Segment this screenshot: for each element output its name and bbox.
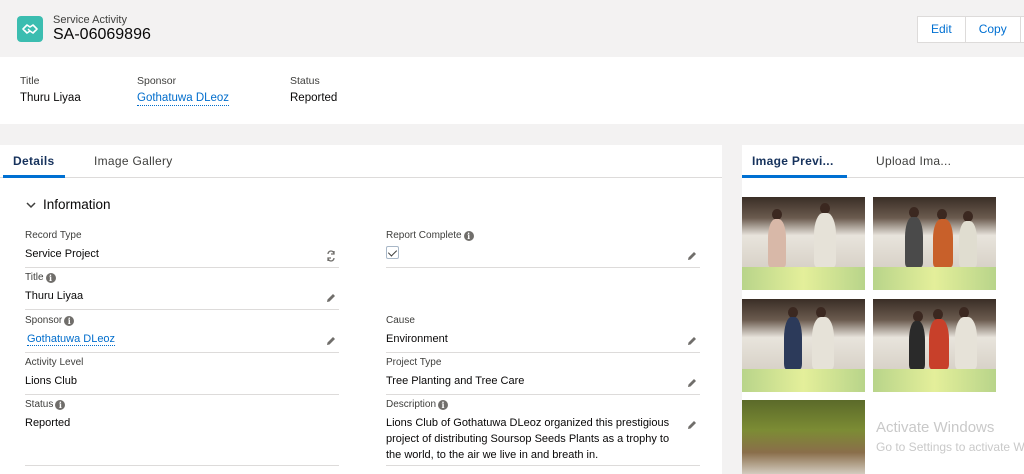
edit-pencil-icon[interactable] <box>686 377 698 389</box>
record-header: Service Activity SA-06069896 Edit Copy <box>0 0 1024 57</box>
highlight-value: Reported <box>290 92 338 104</box>
field-project-type: Project Type Tree Planting and Tree Care <box>386 357 700 395</box>
highlight-title: Title Thuru Liyaa <box>20 75 81 104</box>
highlight-value: Thuru Liyaa <box>20 92 81 104</box>
header-actions: Edit Copy <box>917 16 1024 43</box>
sponsor-link[interactable]: Gothatuwa DLeoz <box>137 92 230 106</box>
info-icon[interactable]: i <box>64 315 75 326</box>
field-status: Status i Reported <box>25 399 339 466</box>
section-information[interactable]: Information <box>25 197 111 212</box>
details-card: Details Image Gallery Information Record… <box>0 145 722 474</box>
image-thumbnail[interactable] <box>873 197 996 290</box>
field-record-type: Record Type Service Project <box>25 230 339 268</box>
activate-windows-watermark: Activate Windows <box>876 419 995 436</box>
tab-upload-image[interactable]: Upload Ima... <box>876 154 951 168</box>
edit-pencil-icon[interactable] <box>686 250 698 262</box>
image-thumbnail[interactable] <box>742 299 865 392</box>
info-icon[interactable]: i <box>45 272 56 283</box>
field-label: Description <box>386 399 437 410</box>
tab-details[interactable]: Details <box>13 154 54 168</box>
image-thumbnail[interactable] <box>742 400 865 474</box>
activate-windows-hint: Go to Settings to activate W <box>876 440 1024 454</box>
record-name: SA-06069896 <box>53 26 151 43</box>
field-activity-level: Activity Level Lions Club <box>25 357 339 395</box>
tab-image-preview[interactable]: Image Previ... <box>752 154 834 168</box>
active-tab-indicator <box>3 175 65 178</box>
edit-button[interactable]: Edit <box>917 16 966 43</box>
highlight-status: Status Reported <box>290 75 337 104</box>
info-icon[interactable]: i <box>55 399 66 410</box>
chevron-down-icon <box>26 201 36 208</box>
field-value: Service Project <box>25 248 99 260</box>
field-label: Status <box>25 399 54 410</box>
info-icon[interactable]: i <box>438 399 449 410</box>
field-label: Record Type <box>25 230 82 241</box>
handshake-icon <box>17 16 43 42</box>
section-title: Information <box>43 197 111 212</box>
image-thumbnail[interactable] <box>742 197 865 290</box>
report-complete-checkbox <box>386 246 399 259</box>
image-tabs: Image Previ... Upload Ima... <box>742 145 1024 178</box>
field-value: Lions Club <box>25 375 77 387</box>
highlight-label: Title <box>20 75 40 87</box>
field-description: Description i Lions Club of Gothatuwa DLe… <box>386 399 700 466</box>
sponsor-field-link[interactable]: Gothatuwa DLeoz <box>27 333 116 346</box>
edit-pencil-icon[interactable] <box>686 335 698 347</box>
image-thumbnail[interactable] <box>873 299 996 392</box>
edit-pencil-icon[interactable] <box>325 335 337 347</box>
object-label: Service Activity <box>53 14 127 26</box>
copy-button[interactable]: Copy <box>965 16 1021 43</box>
highlight-label: Status <box>290 75 320 87</box>
field-value: Tree Planting and Tree Care <box>386 375 525 387</box>
field-sponsor: Sponsor i Gothatuwa DLeoz <box>25 315 339 353</box>
highlight-label: Sponsor <box>137 75 177 87</box>
info-icon[interactable]: i <box>463 230 474 241</box>
field-value: Environment <box>386 333 448 345</box>
field-label: Report Complete <box>386 230 462 241</box>
field-value: Reported <box>25 417 71 429</box>
field-title: Title i Thuru Liyaa <box>25 272 339 310</box>
highlights-panel: Title Thuru Liyaa Sponsor Gothatuwa DLeo… <box>0 57 1024 124</box>
field-value: Thuru Liyaa <box>25 290 84 302</box>
field-label: Sponsor <box>25 315 63 326</box>
highlight-sponsor: Sponsor Gothatuwa DLeoz <box>137 75 230 106</box>
field-label: Activity Level <box>25 357 84 368</box>
detail-tabs: Details Image Gallery <box>0 145 722 178</box>
active-tab-indicator <box>742 175 847 178</box>
field-report-complete: Report Complete i <box>386 230 700 268</box>
field-label: Cause <box>386 315 415 326</box>
field-value: Lions Club of Gothatuwa DLeoz organized … <box>386 417 670 461</box>
edit-pencil-icon[interactable] <box>325 292 337 304</box>
change-record-type-icon[interactable] <box>325 250 337 262</box>
field-label: Project Type <box>386 357 442 368</box>
field-label: Title <box>25 272 44 283</box>
edit-pencil-icon[interactable] <box>686 419 698 431</box>
field-cause: Cause Environment <box>386 315 700 353</box>
tab-image-gallery[interactable]: Image Gallery <box>94 154 173 168</box>
